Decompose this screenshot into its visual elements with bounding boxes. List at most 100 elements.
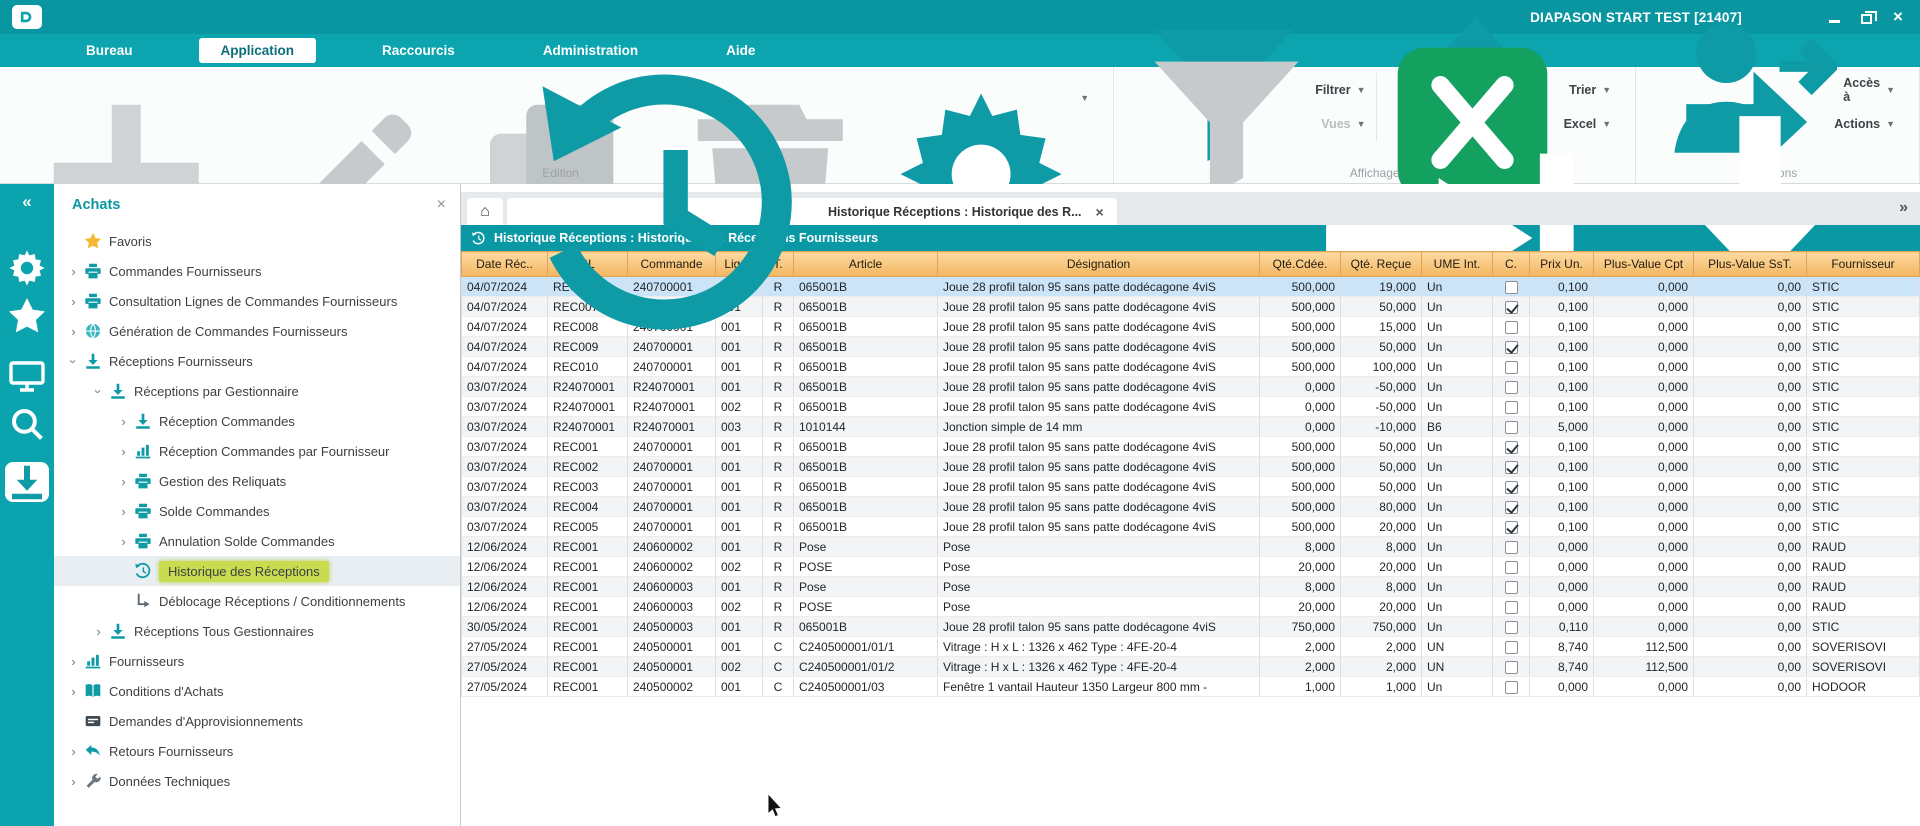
cell-commande[interactable]: 240700001 — [628, 477, 716, 497]
cell-qte_cdee[interactable]: 1,000 — [1260, 677, 1341, 697]
cell-commande[interactable]: 240700001 — [628, 497, 716, 517]
row-checkbox[interactable] — [1505, 681, 1518, 694]
cell-bl[interactable]: R24070001 — [548, 377, 628, 397]
cell-prix_un[interactable]: 0,100 — [1530, 277, 1594, 297]
search-icon[interactable] — [5, 404, 49, 444]
cell-bl[interactable]: REC001 — [548, 617, 628, 637]
cell-prix_un[interactable]: 5,000 — [1530, 417, 1594, 437]
tree-expand-arrow[interactable]: › — [116, 444, 131, 459]
cell-date[interactable]: 27/05/2024 — [462, 677, 548, 697]
cell-fournisseur[interactable]: STIC — [1807, 497, 1920, 517]
cell-commande[interactable]: 240700001 — [628, 517, 716, 537]
cell-ume[interactable]: UN — [1422, 657, 1493, 677]
table-row[interactable]: 12/06/2024REC001240600003001RPosePose8,0… — [462, 577, 1920, 597]
cell-pv_cpt[interactable]: 0,000 — [1594, 577, 1694, 597]
row-checkbox[interactable] — [1505, 661, 1518, 674]
cell-checked[interactable] — [1493, 377, 1530, 397]
cell-prix_un[interactable]: 0,000 — [1530, 677, 1594, 697]
cell-qte_cdee[interactable]: 500,000 — [1260, 477, 1341, 497]
cell-article[interactable]: C240500001/01/1 — [794, 637, 938, 657]
cell-ume[interactable]: Un — [1422, 317, 1493, 337]
cell-commande[interactable]: 240600002 — [628, 537, 716, 557]
cell-qte_recue[interactable]: 50,000 — [1341, 477, 1422, 497]
cell-pv_sst[interactable]: 0,00 — [1694, 437, 1807, 457]
cell-pv_sst[interactable]: 0,00 — [1694, 277, 1807, 297]
table-row[interactable]: 12/06/2024REC001240600002001RPosePose8,0… — [462, 537, 1920, 557]
cell-fournisseur[interactable]: STIC — [1807, 477, 1920, 497]
cell-ume[interactable]: Un — [1422, 537, 1493, 557]
cell-bl[interactable]: REC001 — [548, 537, 628, 557]
cell-qte_cdee[interactable]: 500,000 — [1260, 437, 1341, 457]
row-checkbox[interactable] — [1505, 621, 1518, 634]
cell-t[interactable]: R — [763, 617, 794, 637]
cell-bl[interactable]: REC001 — [548, 597, 628, 617]
cell-article[interactable]: 065001B — [794, 477, 938, 497]
cell-designation[interactable]: Joue 28 profil talon 95 sans patte dodéc… — [938, 437, 1260, 457]
cell-date[interactable]: 03/07/2024 — [462, 437, 548, 457]
row-checkbox[interactable] — [1505, 441, 1518, 454]
tree-item[interactable]: › Fournisseurs — [54, 646, 460, 676]
cell-qte_cdee[interactable]: 500,000 — [1260, 497, 1341, 517]
cell-qte_cdee[interactable]: 20,000 — [1260, 597, 1341, 617]
cell-qte_cdee[interactable]: 2,000 — [1260, 637, 1341, 657]
cell-t[interactable]: R — [763, 437, 794, 457]
cell-qte_cdee[interactable]: 8,000 — [1260, 537, 1341, 557]
tree-item[interactable]: › Données Techniques — [54, 766, 460, 796]
cell-designation[interactable]: Pose — [938, 597, 1260, 617]
table-row[interactable]: 27/05/2024REC001240500002001CC240500001/… — [462, 677, 1920, 697]
cell-designation[interactable]: Joue 28 profil talon 95 sans patte dodéc… — [938, 497, 1260, 517]
cell-commande[interactable]: 240600003 — [628, 597, 716, 617]
cell-date[interactable]: 12/06/2024 — [462, 537, 548, 557]
cell-ume[interactable]: Un — [1422, 277, 1493, 297]
cell-checked[interactable] — [1493, 517, 1530, 537]
cell-bl[interactable]: R24070001 — [548, 397, 628, 417]
row-checkbox[interactable] — [1505, 541, 1518, 554]
cell-prix_un[interactable]: 0,110 — [1530, 617, 1594, 637]
cell-ligne[interactable]: 003 — [716, 417, 763, 437]
row-checkbox[interactable] — [1505, 601, 1518, 614]
collapse-panel-icon[interactable]: « — [22, 192, 31, 212]
cell-ligne[interactable]: 001 — [716, 577, 763, 597]
cell-pv_sst[interactable]: 0,00 — [1694, 637, 1807, 657]
cell-commande[interactable]: R24070001 — [628, 417, 716, 437]
cell-article[interactable]: C240500001/03 — [794, 677, 938, 697]
cell-designation[interactable]: Joue 28 profil talon 95 sans patte dodéc… — [938, 377, 1260, 397]
receptions-module-icon[interactable] — [5, 462, 49, 502]
cell-prix_un[interactable]: 0,000 — [1530, 577, 1594, 597]
cell-pv_cpt[interactable]: 0,000 — [1594, 497, 1694, 517]
cell-fournisseur[interactable]: RAUD — [1807, 537, 1920, 557]
favorites-star-icon[interactable] — [5, 296, 49, 336]
cell-fournisseur[interactable]: STIC — [1807, 437, 1920, 457]
cell-pv_sst[interactable]: 0,00 — [1694, 357, 1807, 377]
cell-qte_recue[interactable]: 50,000 — [1341, 457, 1422, 477]
cell-qte_cdee[interactable]: 2,000 — [1260, 657, 1341, 677]
tree-item[interactable]: › Annulation Solde Commandes — [54, 526, 460, 556]
cell-commande[interactable]: R24070001 — [628, 397, 716, 417]
cell-checked[interactable] — [1493, 617, 1530, 637]
cell-ligne[interactable]: 001 — [716, 537, 763, 557]
cell-checked[interactable] — [1493, 557, 1530, 577]
cell-ume[interactable]: Un — [1422, 597, 1493, 617]
cell-designation[interactable]: Jonction simple de 14 mm — [938, 417, 1260, 437]
cell-pv_cpt[interactable]: 0,000 — [1594, 617, 1694, 637]
cell-date[interactable]: 12/06/2024 — [462, 577, 548, 597]
row-checkbox[interactable] — [1505, 421, 1518, 434]
column-header[interactable]: C. — [1493, 252, 1530, 277]
cell-qte_cdee[interactable]: 20,000 — [1260, 557, 1341, 577]
cell-qte_cdee[interactable]: 500,000 — [1260, 317, 1341, 337]
cell-designation[interactable]: Joue 28 profil talon 95 sans patte dodéc… — [938, 457, 1260, 477]
cell-pv_cpt[interactable]: 0,000 — [1594, 557, 1694, 577]
cell-date[interactable]: 30/05/2024 — [462, 617, 548, 637]
cell-date[interactable]: 03/07/2024 — [462, 517, 548, 537]
cell-ume[interactable]: Un — [1422, 377, 1493, 397]
cell-t[interactable]: C — [763, 637, 794, 657]
cell-fournisseur[interactable]: SOVERISOVI — [1807, 657, 1920, 677]
cell-bl[interactable]: REC001 — [548, 677, 628, 697]
cell-fournisseur[interactable]: RAUD — [1807, 557, 1920, 577]
cell-commande[interactable]: 240500003 — [628, 617, 716, 637]
cell-checked[interactable] — [1493, 357, 1530, 377]
cell-pv_sst[interactable]: 0,00 — [1694, 577, 1807, 597]
cell-t[interactable]: R — [763, 377, 794, 397]
cell-t[interactable]: R — [763, 517, 794, 537]
cell-qte_recue[interactable]: 8,000 — [1341, 537, 1422, 557]
